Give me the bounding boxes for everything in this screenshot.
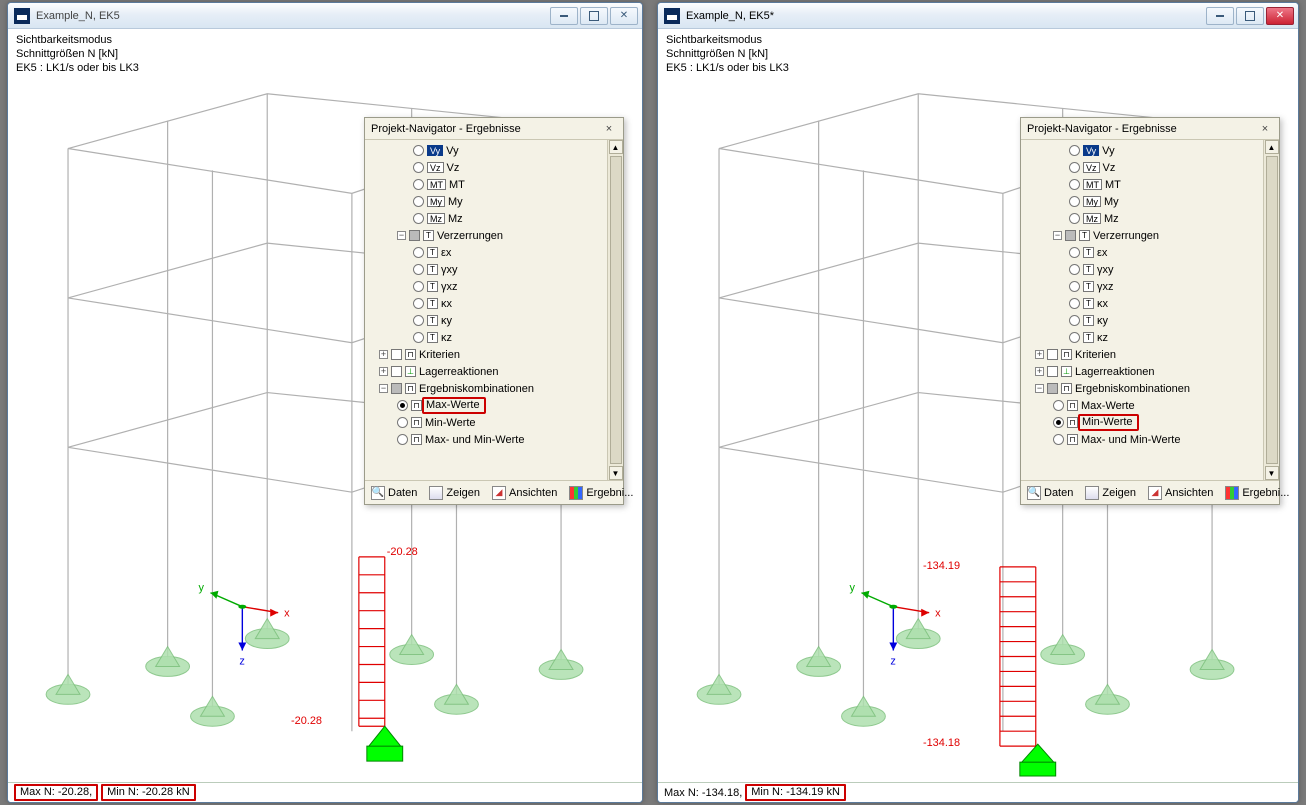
close-button[interactable]: ✕: [610, 7, 638, 25]
navigator-panel[interactable]: Projekt-Navigator - Ergebnisse × VyVy Vz…: [1020, 117, 1280, 505]
scroll-thumb[interactable]: [610, 156, 622, 464]
tab-daten[interactable]: Daten: [369, 483, 419, 503]
panel-tabs[interactable]: Daten Zeigen Ansichten Ergebni...: [1021, 480, 1279, 504]
status-min: Min N: -134.19 kN: [745, 784, 846, 801]
min-werte-row[interactable]: ⊓Min-Werte: [369, 414, 607, 431]
scroll-up-icon[interactable]: ▲: [609, 140, 623, 154]
titlebar[interactable]: Example_N, EK5 ✕: [8, 3, 642, 29]
panel-title: Projekt-Navigator - Ergebnisse: [371, 123, 601, 135]
scroll-down-icon[interactable]: ▼: [1265, 466, 1279, 480]
panel-close-icon[interactable]: ×: [1257, 123, 1273, 135]
tab-ansichten[interactable]: Ansichten: [1146, 483, 1215, 503]
svg-text:x: x: [284, 608, 290, 620]
close-button[interactable]: [1266, 7, 1294, 25]
viewport[interactable]: Sichtbarkeitsmodus Schnittgrößen N [kN] …: [658, 29, 1298, 782]
tab-ansichten[interactable]: Ansichten: [490, 483, 559, 503]
tree-scrollbar[interactable]: ▲ ▼: [1263, 140, 1279, 480]
panel-title: Projekt-Navigator - Ergebnisse: [1027, 123, 1257, 135]
min-werte-row[interactable]: ⊓Min-Werte: [1025, 414, 1263, 431]
status-min: Min N: -20.28 kN: [101, 784, 196, 801]
minimize-button[interactable]: [1206, 7, 1234, 25]
max-werte-row[interactable]: ⊓Max-Werte: [1025, 397, 1263, 414]
svg-text:x: x: [935, 608, 941, 620]
maximize-button[interactable]: [580, 7, 608, 25]
panel-tabs[interactable]: Daten Zeigen Ansichten Ergebni...: [365, 480, 623, 504]
window-title: Example_N, EK5: [36, 10, 548, 22]
panel-close-icon[interactable]: ×: [601, 123, 617, 135]
svg-text:z: z: [890, 655, 895, 667]
status-max: Max N: -20.28,: [14, 784, 98, 801]
scroll-up-icon[interactable]: ▲: [1265, 140, 1279, 154]
maximize-button[interactable]: [1236, 7, 1264, 25]
svg-text:y: y: [850, 582, 856, 594]
app-icon: [664, 8, 680, 24]
navigator-panel[interactable]: Projekt-Navigator - Ergebnisse × VyVy Vz…: [364, 117, 624, 505]
status-max: Max N: -134.18,: [664, 787, 742, 799]
tab-zeigen[interactable]: Zeigen: [427, 483, 482, 503]
maxmin-werte-row[interactable]: ⊓Max- und Min-Werte: [369, 431, 607, 448]
scroll-thumb[interactable]: [1266, 156, 1278, 464]
window-title: Example_N, EK5*: [686, 10, 1204, 22]
tree-scrollbar[interactable]: ▲ ▼: [607, 140, 623, 480]
tab-daten[interactable]: Daten: [1025, 483, 1075, 503]
minimize-button[interactable]: [550, 7, 578, 25]
status-bar: Max N: -134.18, Min N: -134.19 kN: [658, 782, 1298, 802]
value-bottom: -20.28: [291, 715, 322, 727]
tab-ergebnisse[interactable]: Ergebni...: [567, 483, 635, 503]
mdi-window-left: Example_N, EK5 ✕ Sichtbarkeitsmodus Schn…: [7, 2, 643, 803]
mdi-window-right: Example_N, EK5* Sichtbarkeitsmodus Schni…: [657, 2, 1299, 803]
result-tree[interactable]: VyVy VzVz MTMT MyMy MzMz TVerzerrungen T…: [1021, 140, 1263, 480]
status-bar: Max N: -20.28, Min N: -20.28 kN: [8, 782, 642, 802]
value-top: -134.19: [923, 560, 960, 572]
viewport[interactable]: Sichtbarkeitsmodus Schnittgrößen N [kN] …: [8, 29, 642, 782]
app-icon: [14, 8, 30, 24]
value-bottom: -134.18: [923, 737, 960, 749]
result-tree[interactable]: VyVy VzVz MTMT MyMy MzMz TVerzerrungen T…: [365, 140, 607, 480]
svg-text:z: z: [239, 655, 244, 667]
value-top: -20.28: [387, 546, 418, 558]
max-werte-row[interactable]: ⊓Max-Werte: [369, 397, 607, 414]
tab-ergebnisse[interactable]: Ergebni...: [1223, 483, 1291, 503]
titlebar[interactable]: Example_N, EK5*: [658, 3, 1298, 29]
maxmin-werte-row[interactable]: ⊓Max- und Min-Werte: [1025, 431, 1263, 448]
scroll-down-icon[interactable]: ▼: [609, 466, 623, 480]
svg-text:y: y: [199, 582, 205, 594]
tab-zeigen[interactable]: Zeigen: [1083, 483, 1138, 503]
